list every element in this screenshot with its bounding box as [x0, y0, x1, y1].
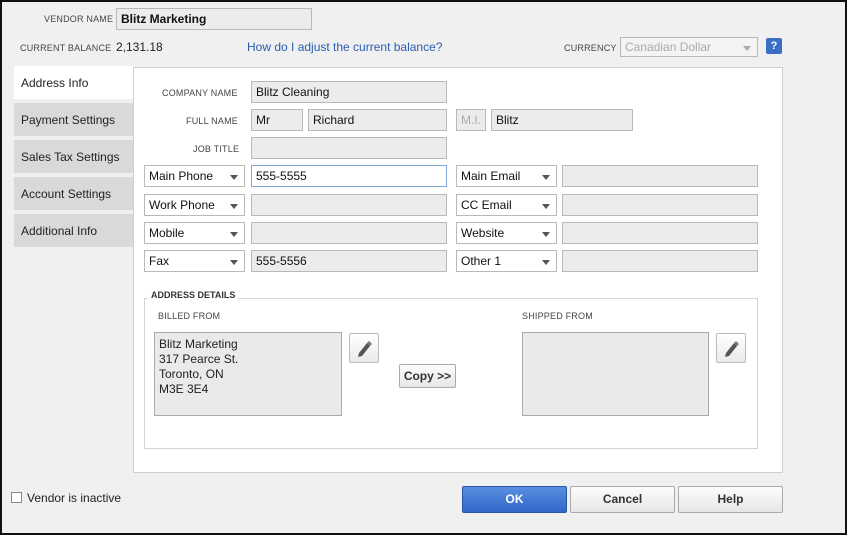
current-balance-value: 2,131.18: [116, 40, 163, 54]
contact-type-label: CC Email: [461, 198, 512, 212]
chevron-down-icon: [542, 232, 550, 237]
chevron-down-icon: [542, 204, 550, 209]
phone-type-label: Main Phone: [149, 169, 214, 183]
job-title-label: JOB TITLE: [193, 144, 240, 154]
billed-from-address[interactable]: Blitz Marketing 317 Pearce St. Toronto, …: [154, 332, 342, 416]
phone-type-select-4[interactable]: Fax: [144, 250, 245, 272]
chevron-down-icon: [542, 260, 550, 265]
tab-address-info[interactable]: Address Info: [14, 66, 134, 101]
address-line: 317 Pearce St.: [159, 352, 239, 366]
tab-additional-info[interactable]: Additional Info: [14, 214, 134, 249]
adjust-balance-link[interactable]: How do I adjust the current balance?: [247, 40, 442, 54]
work-phone-input[interactable]: [251, 194, 447, 216]
tab-label: Payment Settings: [21, 113, 116, 127]
pencil-icon: [725, 341, 739, 357]
help-icon[interactable]: ?: [766, 38, 782, 54]
fax-input[interactable]: 555-5556: [251, 250, 447, 272]
current-balance-label: CURRENT BALANCE: [20, 43, 112, 53]
company-name-input[interactable]: Blitz Cleaning: [251, 81, 447, 103]
tab-label: Account Settings: [21, 187, 112, 201]
contact-type-label: Other 1: [461, 254, 502, 268]
mobile-input[interactable]: [251, 222, 447, 244]
pencil-icon: [358, 341, 372, 357]
chevron-down-icon: [230, 260, 238, 265]
vendor-dialog: VENDOR NAME Blitz Marketing CURRENT BALA…: [0, 0, 847, 535]
tab-label: Address Info: [21, 76, 89, 90]
middle-initial-input[interactable]: M.I.: [456, 109, 486, 131]
shipped-from-address[interactable]: [522, 332, 709, 416]
job-title-input[interactable]: [251, 137, 447, 159]
salutation-input[interactable]: Mr: [251, 109, 303, 131]
chevron-down-icon: [230, 175, 238, 180]
phone-type-select-1[interactable]: Main Phone: [144, 165, 245, 187]
website-input[interactable]: [562, 222, 758, 244]
contact-type-select-2[interactable]: CC Email: [456, 194, 557, 216]
address-line: Toronto, ON: [159, 367, 224, 381]
main-email-input[interactable]: [562, 165, 758, 187]
cc-email-input[interactable]: [562, 194, 758, 216]
first-name-input[interactable]: Richard: [308, 109, 447, 131]
phone-type-select-3[interactable]: Mobile: [144, 222, 245, 244]
vendor-inactive-checkbox[interactable]: [11, 492, 22, 503]
help-button[interactable]: Help: [678, 486, 783, 513]
currency-value: Canadian Dollar: [625, 40, 712, 54]
contact-type-select-4[interactable]: Other 1: [456, 250, 557, 272]
contact-type-select-1[interactable]: Main Email: [456, 165, 557, 187]
copy-address-button[interactable]: Copy >>: [399, 364, 456, 388]
address-line: M3E 3E4: [159, 382, 209, 396]
contact-type-label: Main Email: [461, 169, 521, 183]
tab-label: Additional Info: [21, 224, 98, 238]
currency-select[interactable]: Canadian Dollar: [620, 37, 758, 57]
phone-type-label: Work Phone: [149, 198, 215, 212]
tab-label: Sales Tax Settings: [21, 150, 120, 164]
company-name-label: COMPANY NAME: [162, 88, 238, 98]
edit-billed-address-button[interactable]: [349, 333, 379, 363]
contact-type-select-3[interactable]: Website: [456, 222, 557, 244]
cancel-button[interactable]: Cancel: [570, 486, 675, 513]
tab-account-settings[interactable]: Account Settings: [14, 177, 134, 212]
address-line: Blitz Marketing: [159, 337, 238, 351]
address-details-label: ADDRESS DETAILS: [148, 290, 239, 300]
tab-sales-tax-settings[interactable]: Sales Tax Settings: [14, 140, 134, 175]
shipped-from-label: SHIPPED FROM: [522, 311, 593, 321]
chevron-down-icon: [542, 175, 550, 180]
other-1-input[interactable]: [562, 250, 758, 272]
last-name-input[interactable]: Blitz: [491, 109, 633, 131]
vendor-inactive-label: Vendor is inactive: [27, 491, 122, 505]
chevron-down-icon: [230, 204, 238, 209]
vendor-name-input[interactable]: Blitz Marketing: [116, 8, 312, 30]
billed-from-label: BILLED FROM: [158, 311, 221, 321]
vendor-name-label: VENDOR NAME: [44, 14, 114, 24]
phone-type-label: Fax: [149, 254, 170, 268]
chevron-down-icon: [743, 46, 751, 51]
full-name-label: FULL NAME: [186, 116, 238, 126]
currency-label: CURRENCY: [564, 43, 617, 53]
edit-shipped-address-button[interactable]: [716, 333, 746, 363]
tab-payment-settings[interactable]: Payment Settings: [14, 103, 134, 138]
phone-type-select-2[interactable]: Work Phone: [144, 194, 245, 216]
main-phone-input[interactable]: 555-5555: [251, 165, 447, 187]
chevron-down-icon: [230, 232, 238, 237]
ok-button[interactable]: OK: [462, 486, 567, 513]
contact-type-label: Website: [461, 226, 505, 240]
phone-type-label: Mobile: [149, 226, 185, 240]
